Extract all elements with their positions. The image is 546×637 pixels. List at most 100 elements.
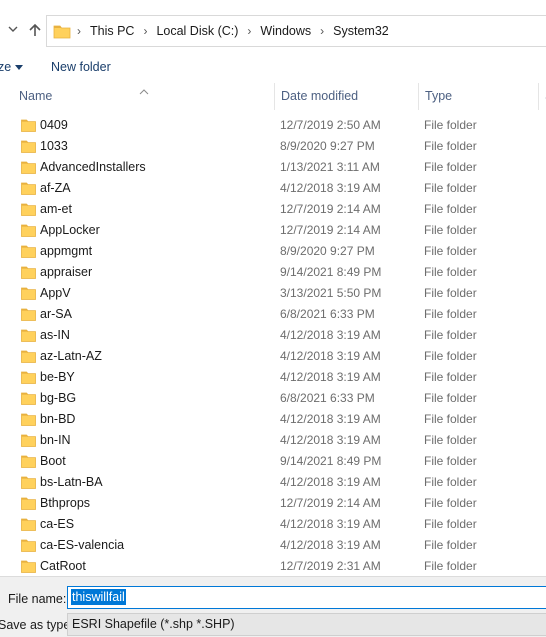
up-arrow-icon[interactable] [26,21,44,39]
table-row[interactable]: Bthprops 12/7/2019 2:14 AM File folder [0,493,546,514]
date-modified-cell: 6/8/2021 6:33 PM [280,307,375,321]
file-name-cell: appraiser [40,265,93,279]
table-row[interactable]: 1033 8/9/2020 9:27 PM File folder [0,136,546,157]
type-cell: File folder [424,139,477,153]
table-row[interactable]: Boot 9/14/2021 8:49 PM File folder [0,451,546,472]
breadcrumb-item[interactable]: Local Disk (C:) [156,24,238,38]
file-list[interactable]: 0409 12/7/2019 2:50 AM File folder 1033 8/9/… [0,115,546,575]
sort-ascending-icon [139,84,149,95]
type-cell: File folder [424,370,477,384]
type-cell: File folder [424,391,477,405]
file-name-input[interactable]: thiswillfail [67,586,546,609]
save-as-type-select[interactable]: ESRI Shapefile (*.shp *.SHP) [67,613,546,636]
folder-icon [21,475,36,489]
table-row[interactable]: ca-ES-valencia 4/12/2018 3:19 AM File fold… [0,535,546,556]
file-name-cell: bn-IN [40,433,71,447]
file-name-cell: AppLocker [40,223,100,237]
file-name-cell: AppV [40,286,71,300]
chevron-down-icon[interactable] [6,22,20,36]
table-row[interactable]: af-ZA 4/12/2018 3:19 AM File folder [0,178,546,199]
date-modified-cell: 12/7/2019 2:14 AM [280,223,381,237]
folder-icon [21,517,36,531]
type-cell: File folder [424,244,477,258]
address-bar[interactable]: › This PC › Local Disk (C:) › Windows › … [46,15,546,47]
file-name-cell: am-et [40,202,72,216]
file-name-cell: CatRoot [40,559,86,573]
date-modified-cell: 6/8/2021 6:33 PM [280,391,375,405]
folder-icon [21,349,36,363]
type-cell: File folder [424,433,477,447]
table-row[interactable]: bn-BD 4/12/2018 3:19 AM File folder [0,409,546,430]
breadcrumb-item[interactable]: This PC [90,24,134,38]
type-cell: File folder [424,307,477,321]
table-row[interactable]: bg-BG 6/8/2021 6:33 PM File folder [0,388,546,409]
table-row[interactable]: ar-SA 6/8/2021 6:33 PM File folder [0,304,546,325]
date-modified-cell: 4/12/2018 3:19 AM [280,475,381,489]
breadcrumb-separator-icon[interactable]: › [320,24,324,38]
organize-label: ze [0,60,12,74]
type-cell: File folder [424,412,477,426]
table-row[interactable]: CatRoot 12/7/2019 2:31 AM File folder [0,556,546,575]
folder-icon [21,412,36,426]
breadcrumb-separator-icon[interactable]: › [143,24,147,38]
date-modified-cell: 9/14/2021 8:49 PM [280,265,382,279]
type-cell: File folder [424,265,477,279]
folder-icon [21,496,36,510]
table-row[interactable]: appmgmt 8/9/2020 9:27 PM File folder [0,241,546,262]
type-cell: File folder [424,118,477,132]
type-cell: File folder [424,559,477,573]
table-row[interactable]: bs-Latn-BA 4/12/2018 3:19 AM File folder [0,472,546,493]
file-name-cell: bn-BD [40,412,76,426]
table-row[interactable]: AppV 3/13/2021 5:50 PM File folder [0,283,546,304]
date-modified-cell: 4/12/2018 3:19 AM [280,517,381,531]
breadcrumb-separator-icon[interactable]: › [77,24,81,38]
table-row[interactable]: appraiser 9/14/2021 8:49 PM File folder [0,262,546,283]
date-modified-cell: 8/9/2020 9:27 PM [280,244,375,258]
folder-icon [21,559,36,573]
table-row[interactable]: AdvancedInstallers 1/13/2021 3:11 AM File … [0,157,546,178]
caret-down-icon [15,65,24,71]
table-row[interactable]: az-Latn-AZ 4/12/2018 3:19 AM File folder [0,346,546,367]
table-row[interactable]: ca-ES 4/12/2018 3:19 AM File folder [0,514,546,535]
date-modified-cell: 4/12/2018 3:19 AM [280,433,381,447]
column-headers: Name Date modified Type S [0,83,546,110]
column-header-size[interactable]: S [538,83,546,110]
breadcrumb-item[interactable]: Windows [260,24,311,38]
file-name-cell: ca-ES-valencia [40,538,125,552]
save-as-type-label: Save as type: [0,618,74,632]
date-modified-cell: 9/14/2021 8:49 PM [280,454,382,468]
folder-icon [21,223,36,237]
folder-icon [21,307,36,321]
folder-icon [53,23,71,39]
breadcrumb-item[interactable]: System32 [333,24,389,38]
file-name-label: File name: [8,592,67,606]
folder-icon [21,391,36,405]
new-folder-button[interactable]: New folder [51,60,111,74]
table-row[interactable]: as-IN 4/12/2018 3:19 AM File folder [0,325,546,346]
file-name-cell: as-IN [40,328,70,342]
folder-icon [21,328,36,342]
type-cell: File folder [424,517,477,531]
table-row[interactable]: be-BY 4/12/2018 3:19 AM File folder [0,367,546,388]
organize-button[interactable]: ze [0,60,24,74]
folder-icon [21,160,36,174]
file-name-cell: az-Latn-AZ [40,349,102,363]
breadcrumb-separator-icon[interactable]: › [247,24,251,38]
file-name-cell: be-BY [40,370,75,384]
date-modified-cell: 4/12/2018 3:19 AM [280,538,381,552]
type-cell: File folder [424,349,477,363]
date-modified-cell: 1/13/2021 3:11 AM [280,160,380,174]
type-cell: File folder [424,328,477,342]
table-row[interactable]: AppLocker 12/7/2019 2:14 AM File folder [0,220,546,241]
column-header-type[interactable]: Type [418,83,537,110]
table-row[interactable]: am-et 12/7/2019 2:14 AM File folder [0,199,546,220]
date-modified-cell: 4/12/2018 3:19 AM [280,328,381,342]
date-modified-cell: 12/7/2019 2:14 AM [280,202,381,216]
table-row[interactable]: 0409 12/7/2019 2:50 AM File folder [0,115,546,136]
table-row[interactable]: bn-IN 4/12/2018 3:19 AM File folder [0,430,546,451]
navigation-bar: › This PC › Local Disk (C:) › Windows › … [0,0,546,62]
column-header-date-modified[interactable]: Date modified [274,83,417,110]
save-panel: File name: thiswillfail Save as type: ES… [0,576,546,637]
toolbar: ze New folder [0,54,546,82]
type-cell: File folder [424,475,477,489]
